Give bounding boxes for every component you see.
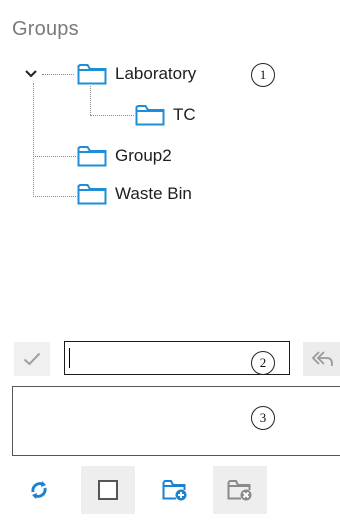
reply-all-icon [311, 351, 333, 366]
folder-icon [77, 146, 107, 167]
folder-icon [77, 184, 107, 205]
refresh-icon [31, 481, 47, 499]
tree-node-label: Laboratory [115, 64, 197, 83]
group-tree: Laboratory TC Group2 Waste Bin [0, 0, 340, 340]
refresh-button[interactable] [12, 466, 66, 514]
tree-node-label: Group2 [115, 146, 172, 165]
tree-connector [33, 196, 76, 197]
tree-connector [90, 115, 134, 116]
tree-connector [33, 83, 34, 197]
group-description-field[interactable] [12, 386, 340, 456]
undo-button[interactable] [303, 342, 340, 376]
delete-folder-icon [227, 480, 252, 501]
callout-marker-3: 3 [251, 406, 275, 430]
add-group-button[interactable] [148, 466, 202, 514]
folder-icon [77, 64, 107, 85]
tree-node-waste-bin[interactable]: Waste Bin [77, 181, 192, 207]
add-folder-icon [162, 480, 187, 501]
chevron-down-icon[interactable] [24, 67, 38, 81]
tree-node-laboratory[interactable]: Laboratory [77, 61, 196, 87]
callout-marker-2: 2 [251, 351, 275, 375]
select-all-button[interactable] [81, 466, 135, 514]
folder-icon [135, 105, 165, 126]
tree-node-label: TC [173, 105, 196, 124]
tree-node-label: Waste Bin [115, 184, 192, 203]
text-caret [69, 348, 70, 368]
confirm-button[interactable] [14, 342, 50, 376]
callout-marker-1: 1 [251, 63, 275, 87]
check-icon [23, 352, 41, 366]
tree-node-tc[interactable]: TC [135, 102, 196, 128]
delete-group-button[interactable] [213, 466, 267, 514]
tree-node-group2[interactable]: Group2 [77, 143, 172, 169]
tree-connector [90, 86, 91, 115]
tree-connector [33, 156, 76, 157]
tree-connector [42, 74, 74, 75]
checkbox-icon [98, 480, 118, 500]
